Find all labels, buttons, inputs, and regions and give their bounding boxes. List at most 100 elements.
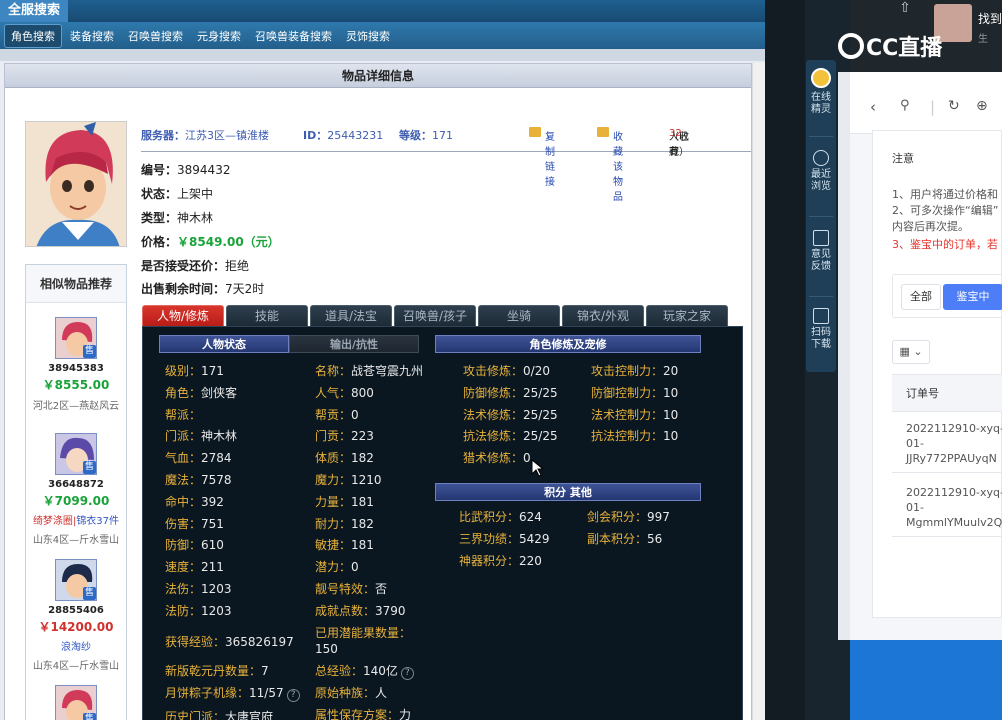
similar-item[interactable]: 售 38945383 ￥8555.00 河北2区—燕赵风云 xyxy=(26,317,126,412)
folder-icon xyxy=(597,127,609,137)
mouse-cursor-icon xyxy=(531,459,543,477)
tab-items[interactable]: 道具/法宝 xyxy=(310,305,392,326)
table-row[interactable]: 2022112910-xyq- 01- JJRy772PPAUyqN xyxy=(892,413,1002,473)
nav-pet-equip-search[interactable]: 召唤兽装备搜索 xyxy=(249,25,338,47)
similar-server: 河北2区—燕赵风云 xyxy=(32,401,120,412)
stat-value: 220 xyxy=(519,553,542,568)
divider xyxy=(809,136,833,137)
stat-row: 人气：800 xyxy=(315,384,374,401)
tab-pets[interactable]: 召唤兽/孩子 xyxy=(394,305,476,326)
site-scrollbar[interactable] xyxy=(752,63,765,720)
recent-browse-button[interactable]: 最近浏览 xyxy=(806,150,836,193)
stat-value: 25/25 xyxy=(523,429,558,444)
tab-home[interactable]: 玩家之家 xyxy=(646,305,728,326)
similar-item[interactable]: 售 36648872 ￥7099.00 绮梦涤圈|锦衣37件 山东4区—斤水雪山 xyxy=(26,433,126,546)
stat-key: 人气： xyxy=(315,385,352,400)
tab-character[interactable]: 人物/修炼 xyxy=(142,305,224,326)
section-train-header: 角色修炼及宠修 xyxy=(435,335,701,353)
help-icon[interactable]: ? xyxy=(400,667,414,680)
similar-tags: 浪淘纱 xyxy=(26,638,126,653)
server-label: 服务器：江苏3区—镇淮楼 xyxy=(141,127,269,143)
info-key: 出售剩余时间： xyxy=(141,282,226,296)
stat-value: 392 xyxy=(201,494,224,509)
section-status-header[interactable]: 人物状态 xyxy=(159,335,289,353)
tab-outfits[interactable]: 锦衣/外观 xyxy=(562,305,644,326)
similar-avatar[interactable]: 售 xyxy=(55,685,97,720)
stat-row: 抗法修炼：25/25 xyxy=(463,427,558,444)
stat-key: 门贡： xyxy=(315,429,352,444)
stat-value: 182 xyxy=(351,451,374,466)
stat-value: 223 xyxy=(351,429,374,444)
upload-icon[interactable]: ⇧ xyxy=(890,0,920,24)
stat-history: 历史门派：大唐官府 xyxy=(165,708,273,720)
stat-row: 魔力：1210 xyxy=(315,471,382,488)
column-toggle-button[interactable]: ▦ ⌄ xyxy=(892,340,930,364)
stat-key: 已用潜能果数量： xyxy=(315,626,412,640)
stat-value: 3790 xyxy=(375,603,406,618)
link-icon[interactable]: ⚲ xyxy=(900,98,910,113)
scan-download-button[interactable]: 扫码下载 xyxy=(806,308,836,351)
stat-key: 伤害： xyxy=(165,516,202,531)
nav-yuanshen-search[interactable]: 元身搜索 xyxy=(191,25,247,47)
stat-key: 魔力： xyxy=(315,473,352,487)
folder-icon xyxy=(529,127,541,137)
nav-equip-search[interactable]: 装备搜索 xyxy=(64,25,120,47)
nav-lingshi-search[interactable]: 灵饰搜索 xyxy=(340,25,396,47)
nav-pet-search[interactable]: 召唤兽搜索 xyxy=(122,25,189,47)
stat-row: 副本积分：56 xyxy=(587,530,662,547)
stat-key: 气血： xyxy=(165,451,202,466)
site-top-bar: 全服搜索 xyxy=(0,0,765,22)
copy-link-button[interactable]: 复制链接 xyxy=(529,127,555,188)
tab-skills[interactable]: 技能 xyxy=(226,305,308,326)
order-id-line: 01- xyxy=(906,437,924,450)
globe-icon[interactable]: ⊕ xyxy=(976,98,988,114)
online-sprite-button[interactable]: 在线精灵 xyxy=(806,68,836,116)
stat-row: 魔法：7578 xyxy=(165,471,232,488)
stat-row: 角色：剑侠客 xyxy=(165,384,237,401)
stat-row: 法伤：1203 xyxy=(165,580,232,597)
filter-appraising-button[interactable]: 鉴宝中 xyxy=(943,284,1002,310)
similar-server: 山东4区—斤水雪山 xyxy=(32,535,120,546)
similar-price: ￥7099.00 xyxy=(42,494,110,508)
stat-value: 7 xyxy=(261,664,269,678)
level-value: 171 xyxy=(432,129,453,142)
section-attack-header[interactable]: 输出/抗性 xyxy=(289,335,419,353)
stat-row: 剑会积分：997 xyxy=(587,508,670,525)
site-brand[interactable]: 全服搜索 xyxy=(0,0,68,22)
stat-key: 攻击控制力： xyxy=(591,364,664,378)
stat-key: 猎术修炼： xyxy=(463,451,524,466)
stat-row: 猎术修炼：0 xyxy=(463,449,531,466)
back-icon[interactable]: ‹ xyxy=(870,98,876,116)
feedback-button[interactable]: 意见反馈 xyxy=(806,230,836,273)
stat-key: 魔法： xyxy=(165,473,202,487)
favorite-button[interactable]: 收藏该物品 xyxy=(597,127,623,203)
refresh-icon[interactable]: ↻ xyxy=(948,98,960,114)
stat-total-exp: 总经验：140亿? xyxy=(315,662,414,680)
similar-item[interactable]: 售 28855406 ￥14200.00 浪淘纱 山东4区—斤水雪山 xyxy=(26,559,126,672)
help-icon[interactable]: ? xyxy=(286,689,300,702)
copy-link-label: 复制链接 xyxy=(545,132,555,188)
sale-badge: 售 xyxy=(83,345,96,358)
info-status: 状态：上架中 xyxy=(141,185,213,202)
id-value: 25443231 xyxy=(327,129,384,142)
fav-post: 人收藏） xyxy=(669,132,689,158)
desktop-blue-area xyxy=(850,640,1002,720)
nav-role-search[interactable]: 角色搜索 xyxy=(4,23,62,48)
side-label: 最近浏览 xyxy=(811,169,831,192)
server-key: 服务器： xyxy=(141,129,185,142)
stat-value: 181 xyxy=(351,494,374,509)
stat-value: 0 xyxy=(351,407,359,422)
similar-item[interactable]: 售 xyxy=(26,685,126,720)
similar-avatar[interactable]: 售 xyxy=(55,559,97,601)
similar-avatar[interactable]: 售 xyxy=(55,433,97,475)
filter-all-button[interactable]: 全部 xyxy=(901,284,941,310)
similar-avatar[interactable]: 售 xyxy=(55,317,97,359)
similar-id: 28855406 xyxy=(48,605,104,616)
tab-mounts[interactable]: 坐骑 xyxy=(478,305,560,326)
info-value: 7天2时 xyxy=(225,282,265,296)
stat-key: 耐力： xyxy=(315,516,352,531)
stat-row: 速度：211 xyxy=(165,558,224,575)
table-row[interactable]: 2022112910-xyq- 01- MgmmlYMuulv2QG xyxy=(892,477,1002,537)
info-remaining: 出售剩余时间：7天2时 xyxy=(141,280,264,297)
stat-row: 神器积分：220 xyxy=(459,552,542,569)
